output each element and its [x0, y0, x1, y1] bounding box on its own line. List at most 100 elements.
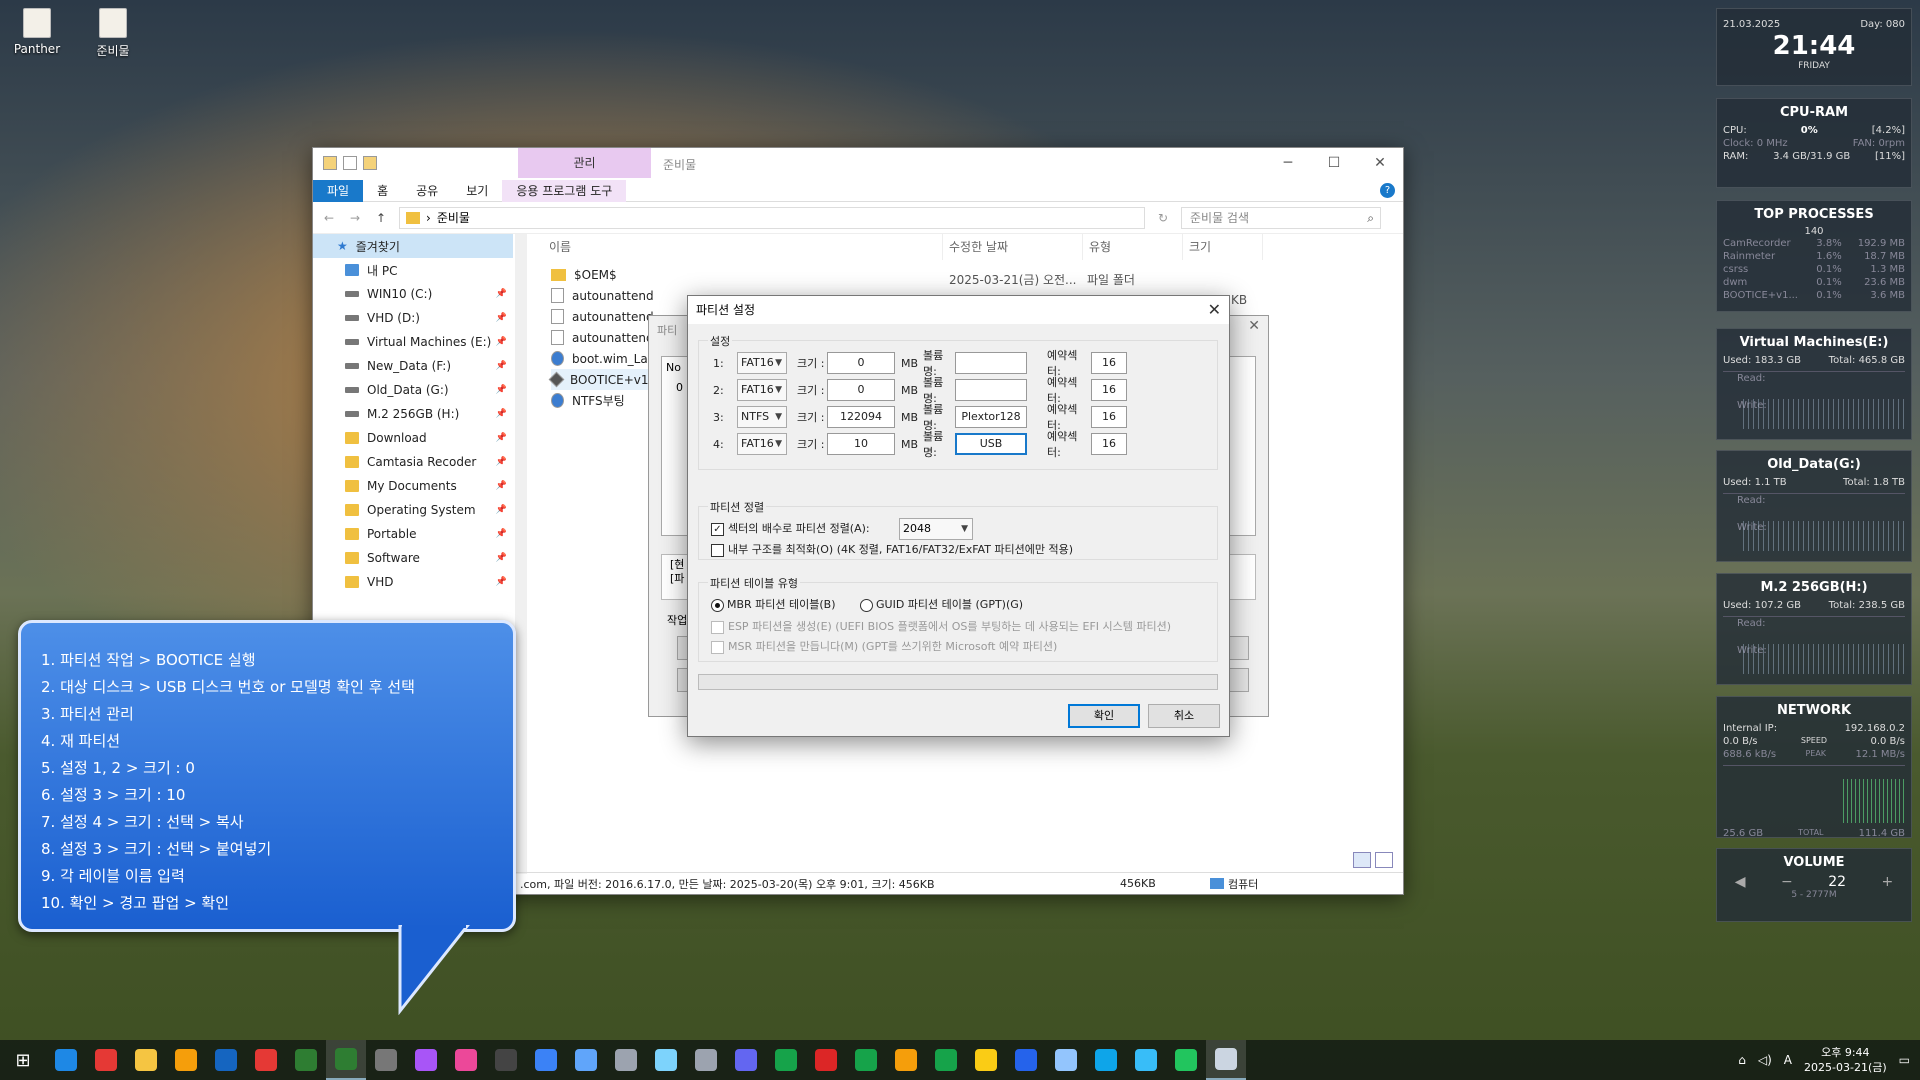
volume-name-input[interactable] — [955, 379, 1027, 401]
nav-item[interactable]: 내 PC — [313, 258, 513, 282]
file-row[interactable]: boot.wim_Lau — [551, 348, 660, 369]
taskbar-app-icon[interactable] — [686, 1040, 726, 1080]
desktop-icon-junbimul[interactable]: 준비물 — [78, 8, 148, 59]
taskbar-app-icon[interactable] — [246, 1040, 286, 1080]
pin-icon[interactable]: 📌 — [496, 337, 507, 347]
volume-down-button[interactable]: − — [1781, 874, 1793, 890]
network-tray-icon[interactable]: ⌂ — [1738, 1053, 1746, 1067]
address-bar[interactable]: › 준비물 — [399, 206, 1145, 229]
pin-icon[interactable]: 📌 — [496, 577, 507, 587]
taskbar-app-icon[interactable] — [1086, 1040, 1126, 1080]
align-checkbox[interactable]: ✓ 섹터의 배수로 파티션 정렬(A): — [711, 520, 870, 536]
column-date[interactable]: 수정한 날짜 — [943, 234, 1083, 260]
breadcrumb[interactable]: 준비물 — [437, 209, 470, 226]
close-icon[interactable]: ✕ — [1248, 318, 1260, 334]
pin-icon[interactable]: 📌 — [496, 313, 507, 323]
list-item[interactable]: 0 — [676, 381, 683, 394]
close-icon[interactable]: ✕ — [1208, 296, 1221, 324]
pin-icon[interactable]: 📌 — [496, 553, 507, 563]
column-name[interactable]: 이름 — [543, 234, 943, 260]
new-folder-icon[interactable] — [363, 156, 377, 170]
size-input[interactable]: 0 — [827, 352, 895, 374]
file-row[interactable]: $OEM$ — [551, 264, 660, 285]
taskbar-app-icon[interactable] — [486, 1040, 526, 1080]
taskbar-app-icon[interactable] — [606, 1040, 646, 1080]
optimize-checkbox[interactable]: 내부 구조를 최적화(O) (4K 정렬, FAT16/FAT32/ExFAT … — [711, 541, 1073, 557]
taskbar-app-icon[interactable] — [966, 1040, 1006, 1080]
taskbar-app-icon[interactable] — [406, 1040, 446, 1080]
folder-icon[interactable] — [323, 156, 337, 170]
forward-arrow-icon[interactable]: → — [347, 211, 363, 225]
taskbar-clock[interactable]: 오후 9:44 2025-03-21(금) — [1804, 1045, 1887, 1075]
desktop-icon-panther[interactable]: Panther — [2, 8, 72, 56]
taskbar-app-icon[interactable] — [566, 1040, 606, 1080]
ok-button[interactable]: 확인 — [1068, 704, 1140, 728]
gpt-radio[interactable]: GUID 파티션 테이블 (GPT)(G) — [860, 596, 1023, 612]
filesystem-select[interactable]: FAT16 ▼ — [737, 433, 787, 455]
up-arrow-icon[interactable]: ↑ — [373, 211, 389, 225]
mbr-radio[interactable]: MBR 파티션 테이블(B) — [711, 596, 836, 612]
navigation-scrollbar[interactable] — [515, 234, 527, 874]
context-tab-manage[interactable]: 관리 — [518, 148, 651, 178]
details-view-icon[interactable] — [1353, 852, 1371, 868]
taskbar-app-icon[interactable] — [726, 1040, 766, 1080]
taskbar-app-icon[interactable] — [766, 1040, 806, 1080]
taskbar-app-icon[interactable] — [326, 1040, 366, 1080]
taskbar-app-icon[interactable] — [526, 1040, 566, 1080]
pin-icon[interactable]: 📌 — [496, 505, 507, 515]
filesystem-select[interactable]: NTFS ▼ — [737, 406, 787, 428]
file-row[interactable]: BOOTICE+v1.3 — [548, 369, 660, 390]
tab-share[interactable]: 공유 — [402, 180, 452, 202]
pin-icon[interactable]: 📌 — [496, 457, 507, 467]
taskbar-app-icon[interactable] — [646, 1040, 686, 1080]
close-button[interactable]: ✕ — [1357, 148, 1403, 178]
pin-icon[interactable]: 📌 — [496, 433, 507, 443]
nav-item[interactable]: WIN10 (C:) 📌 — [313, 282, 513, 306]
volume-name-input[interactable]: Plextor128 — [955, 406, 1027, 428]
nav-item[interactable]: VHD 📌 — [313, 570, 513, 594]
taskbar-app-icon[interactable] — [806, 1040, 846, 1080]
nav-item[interactable]: M.2 256GB (H:) 📌 — [313, 402, 513, 426]
size-input[interactable]: 0 — [827, 379, 895, 401]
taskbar-app-icon[interactable] — [1126, 1040, 1166, 1080]
taskbar-app-icon[interactable] — [926, 1040, 966, 1080]
taskbar-app-icon[interactable] — [366, 1040, 406, 1080]
nav-item[interactable]: ★ 즐겨찾기 — [313, 234, 513, 258]
nav-item[interactable]: Old_Data (G:) 📌 — [313, 378, 513, 402]
reserved-sectors-input[interactable]: 16 — [1091, 379, 1127, 401]
reserved-sectors-input[interactable]: 16 — [1091, 406, 1127, 428]
align-value-select[interactable]: 2048 ▼ — [899, 518, 973, 540]
taskbar-app-icon[interactable] — [1006, 1040, 1046, 1080]
volume-name-input[interactable]: USB — [955, 433, 1027, 455]
taskbar-app-icon[interactable] — [886, 1040, 926, 1080]
nav-item[interactable]: Portable 📌 — [313, 522, 513, 546]
size-input[interactable]: 122094 — [827, 406, 895, 428]
windows-start-icon[interactable]: ⊞ — [0, 1050, 46, 1071]
speaker-icon[interactable]: ◀ — [1735, 874, 1746, 890]
file-row[interactable]: autounattend_ — [551, 327, 660, 348]
refresh-icon[interactable]: ↻ — [1155, 211, 1171, 225]
taskbar-app-icon[interactable] — [846, 1040, 886, 1080]
taskbar-app-icon[interactable] — [166, 1040, 206, 1080]
speaker-tray-icon[interactable]: ◁) — [1758, 1053, 1772, 1067]
nav-item[interactable]: New_Data (F:) 📌 — [313, 354, 513, 378]
tab-file[interactable]: 파일 — [313, 179, 364, 202]
column-size[interactable]: 크기 — [1183, 234, 1263, 260]
back-arrow-icon[interactable]: ← — [321, 211, 337, 225]
cancel-button[interactable]: 취소 — [1148, 704, 1220, 728]
volume-name-input[interactable] — [955, 352, 1027, 374]
taskbar-app-icon[interactable] — [1046, 1040, 1086, 1080]
pin-icon[interactable]: 📌 — [496, 409, 507, 419]
minimize-button[interactable]: ─ — [1265, 148, 1311, 178]
taskbar-app-icon[interactable] — [1206, 1040, 1246, 1080]
taskbar-app-icon[interactable] — [86, 1040, 126, 1080]
nav-item[interactable]: Download 📌 — [313, 426, 513, 450]
notification-icon[interactable]: ▭ — [1899, 1053, 1910, 1067]
nav-item[interactable]: Operating System 📌 — [313, 498, 513, 522]
size-input[interactable]: 10 — [827, 433, 895, 455]
nav-item[interactable]: Virtual Machines (E:) 📌 — [313, 330, 513, 354]
pin-icon[interactable]: 📌 — [496, 529, 507, 539]
filesystem-select[interactable]: FAT16 ▼ — [737, 379, 787, 401]
taskbar-app-icon[interactable] — [1166, 1040, 1206, 1080]
pin-icon[interactable]: 📌 — [496, 385, 507, 395]
